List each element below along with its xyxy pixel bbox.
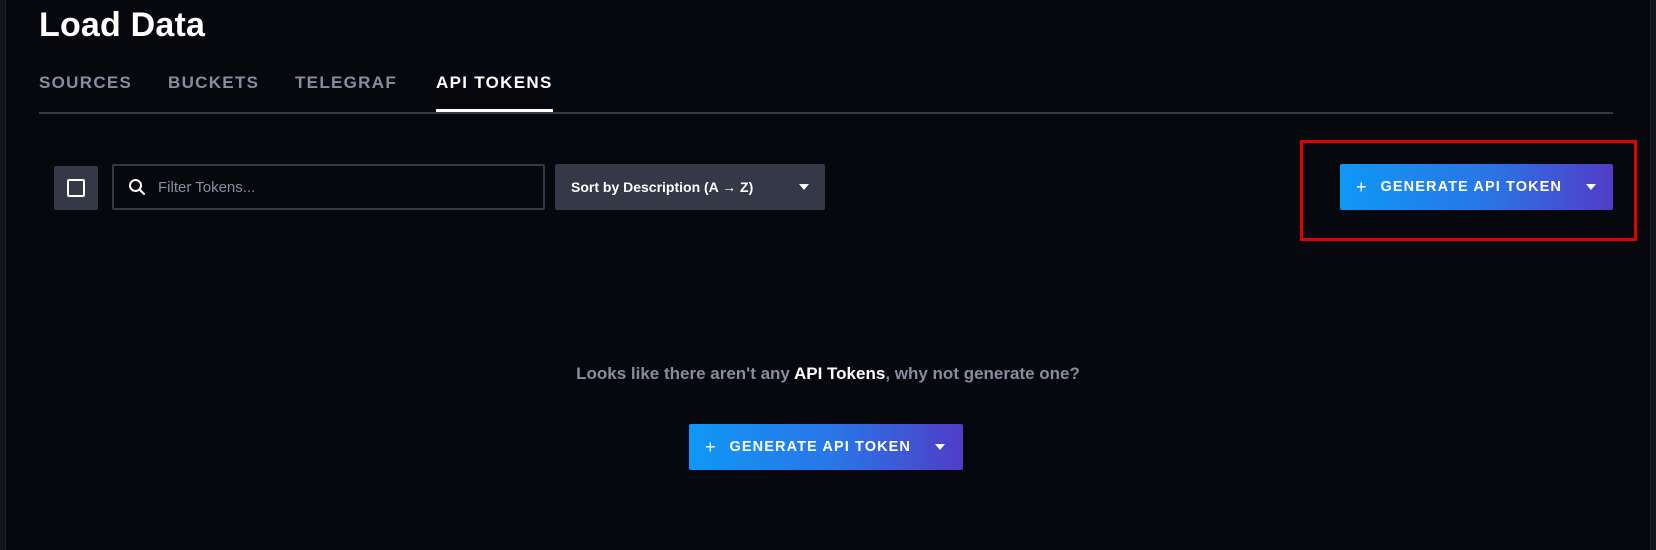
filter-tokens-input[interactable] [158, 167, 538, 207]
filter-tokens-field [112, 164, 545, 210]
tab-api-tokens[interactable]: API TOKENS [436, 73, 553, 112]
select-all-checkbox[interactable] [54, 166, 98, 210]
empty-state-generate-button[interactable]: + GENERATE API TOKEN [689, 424, 963, 470]
tab-bar: SOURCES BUCKETS TELEGRAF API TOKENS [39, 64, 1613, 114]
empty-state-message: Looks like there aren't any API Tokens, … [0, 364, 1656, 384]
left-edge-panel [0, 0, 6, 550]
empty-state-emphasis: API Tokens [793, 364, 886, 383]
tab-telegraf[interactable]: TELEGRAF [295, 73, 397, 111]
checkbox-icon [67, 179, 85, 197]
sort-dropdown[interactable]: Sort by Description (A → Z) [555, 164, 825, 210]
caret-down-icon [934, 444, 945, 450]
tab-buckets[interactable]: BUCKETS [168, 73, 259, 111]
plus-icon: + [705, 437, 716, 457]
search-icon [129, 179, 145, 195]
right-edge-panel [1650, 0, 1656, 550]
page-title: Load Data [39, 6, 206, 44]
plus-icon: + [1356, 177, 1367, 197]
caret-down-icon [1585, 184, 1596, 190]
empty-state-text-after: , why not generate one? [885, 364, 1080, 383]
tab-sources[interactable]: SOURCES [39, 73, 132, 111]
generate-api-token-button[interactable]: + GENERATE API TOKEN [1340, 164, 1613, 210]
empty-state-text-before: Looks like there aren't any [576, 364, 794, 383]
sort-dropdown-label: Sort by Description (A → Z) [571, 179, 754, 195]
generate-api-token-label: GENERATE API TOKEN [1380, 179, 1562, 195]
caret-down-icon [799, 184, 809, 190]
empty-state-generate-label: GENERATE API TOKEN [729, 439, 911, 455]
